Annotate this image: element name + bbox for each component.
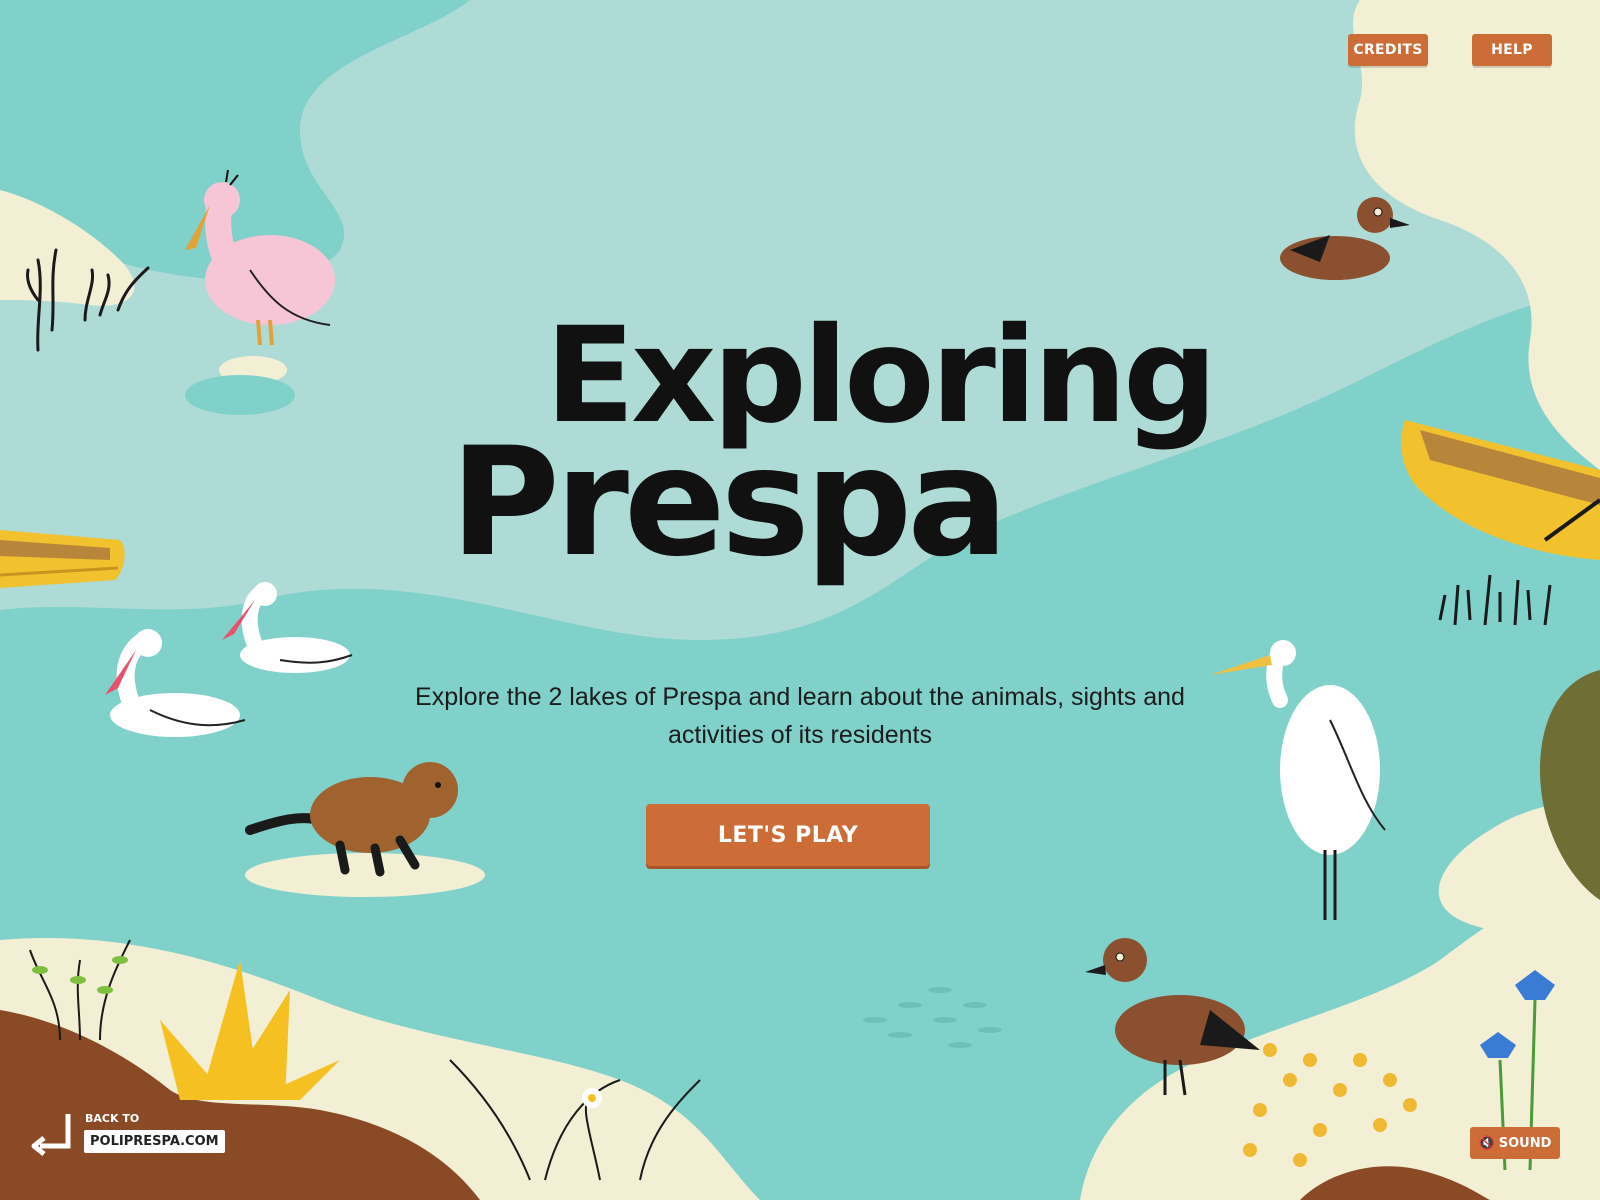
lets-play-button[interactable]: LET'S PLAY [646, 804, 930, 866]
return-arrow-icon [31, 1114, 71, 1156]
game-title: Exploring Prespa [450, 310, 1218, 640]
back-site-name: POLIPRESPA.COM [84, 1130, 225, 1153]
shadow-pelican [185, 375, 295, 415]
game-start-screen: CREDITS HELP Exploring Prespa Explore th… [0, 0, 1600, 1200]
sound-label: SOUND [1498, 1135, 1552, 1151]
sound-toggle-button[interactable]: 🔇 SOUND [1470, 1127, 1560, 1159]
back-to-site-link[interactable]: BACK TO POLIPRESPA.COM [30, 1106, 230, 1166]
game-subtitle: Explore the 2 lakes of Prespa and learn … [415, 683, 1185, 749]
back-to-label: BACK TO [85, 1112, 140, 1125]
rock-otter [245, 853, 485, 897]
credits-button[interactable]: CREDITS [1348, 34, 1428, 66]
help-button[interactable]: HELP [1472, 34, 1552, 66]
speaker-muted-icon: 🔇 [1478, 1135, 1495, 1151]
daisy [582, 1088, 602, 1108]
title-line-prespa: Prespa [450, 416, 1009, 590]
